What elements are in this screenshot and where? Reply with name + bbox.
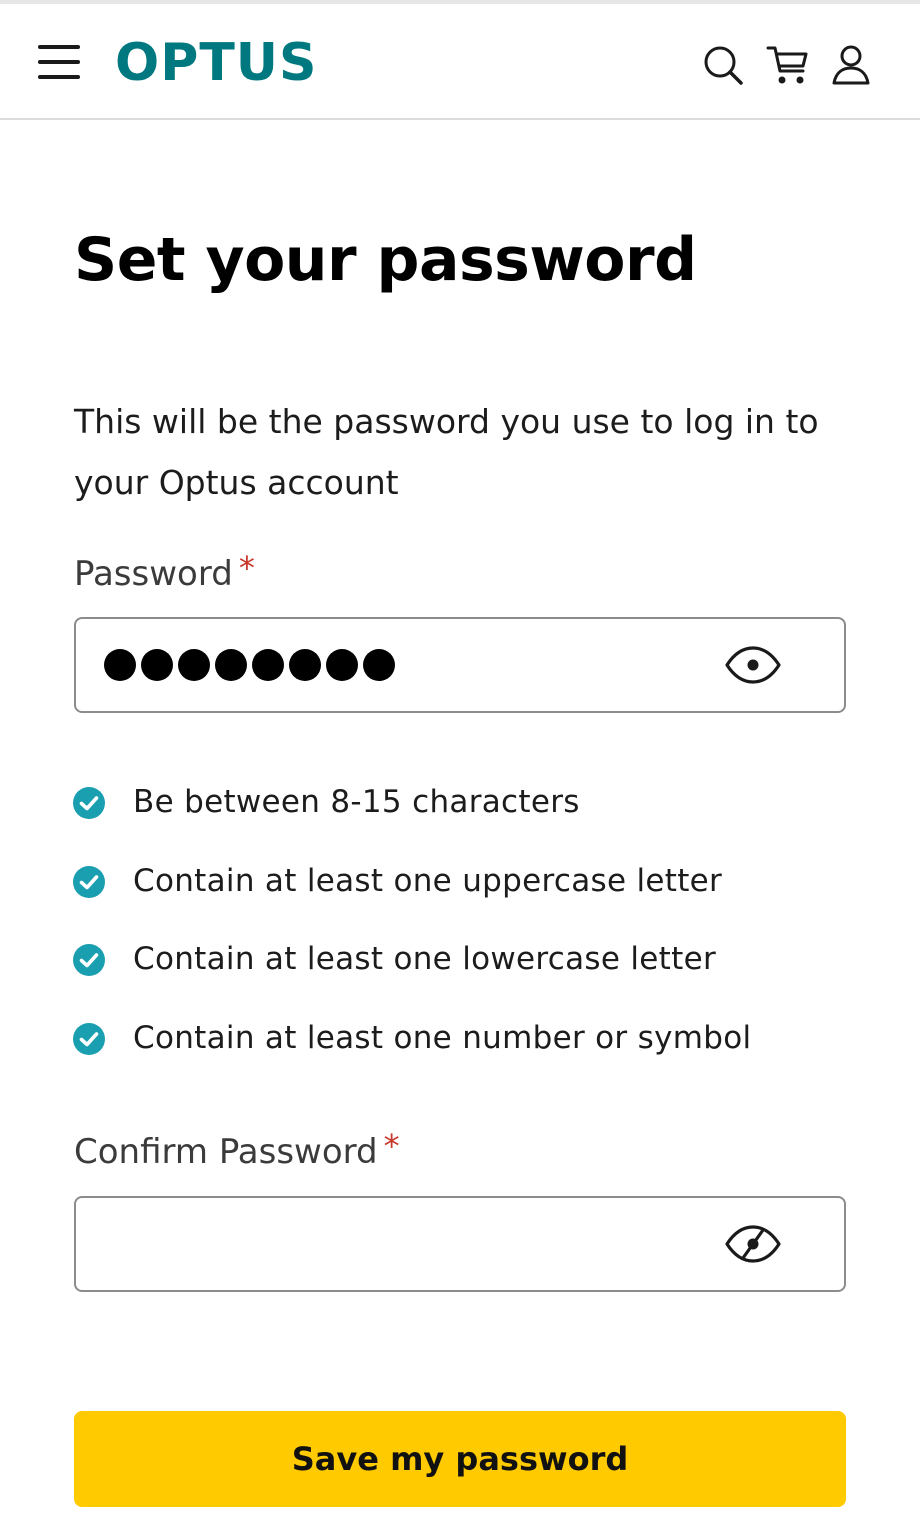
- site-header: OPTUS: [0, 4, 920, 120]
- page-title: Set your password: [74, 225, 697, 296]
- check-circle-icon: [72, 865, 106, 899]
- password-masked-value: [104, 647, 395, 683]
- password-mask-dot: [363, 649, 395, 681]
- save-password-button[interactable]: Save my password: [74, 1411, 846, 1507]
- requirement-text: Contain at least one uppercase letter: [133, 862, 723, 899]
- eye-slash-icon[interactable]: [724, 1224, 782, 1264]
- password-label-text: Password: [74, 554, 233, 594]
- password-mask-dot: [178, 649, 210, 681]
- required-marker: *: [383, 1127, 400, 1165]
- password-mask-dot: [104, 649, 136, 681]
- eye-icon[interactable]: [724, 645, 782, 685]
- password-mask-dot: [141, 649, 173, 681]
- password-field[interactable]: [74, 617, 846, 713]
- requirement-item: Be between 8-15 characters: [72, 774, 872, 853]
- optus-logo[interactable]: OPTUS: [115, 30, 317, 96]
- password-label: Password *: [74, 546, 255, 596]
- confirm-password-label: Confirm Password *: [74, 1124, 400, 1174]
- requirement-item: Contain at least one lowercase letter: [72, 931, 872, 1010]
- check-circle-icon: [72, 1022, 106, 1056]
- requirement-item: Contain at least one number or symbol: [72, 1010, 872, 1089]
- intro-text: This will be the password you use to log…: [74, 402, 819, 502]
- required-marker: *: [238, 549, 255, 587]
- requirement-text: Contain at least one lowercase letter: [133, 941, 717, 977]
- password-mask-dot: [289, 649, 321, 681]
- hamburger-menu-icon[interactable]: [36, 42, 82, 82]
- password-requirements-list: Be between 8-15 characters Contain at lea…: [72, 774, 872, 1088]
- requirement-item: Contain at least one uppercase letter: [72, 853, 872, 932]
- confirm-password-label-text: Confirm Password: [74, 1132, 378, 1172]
- confirm-password-field[interactable]: [74, 1196, 846, 1292]
- user-icon[interactable]: [830, 44, 872, 86]
- search-icon[interactable]: [702, 44, 744, 86]
- confirm-password-input[interactable]: [102, 1198, 702, 1290]
- check-circle-icon: [72, 943, 106, 977]
- check-circle-icon: [72, 786, 106, 820]
- password-mask-dot: [252, 649, 284, 681]
- cart-icon[interactable]: [766, 44, 810, 86]
- requirement-text: Be between 8-15 characters: [133, 784, 580, 820]
- password-mask-dot: [215, 649, 247, 681]
- requirement-text: Contain at least one number or symbol: [133, 1019, 752, 1056]
- password-mask-dot: [326, 649, 358, 681]
